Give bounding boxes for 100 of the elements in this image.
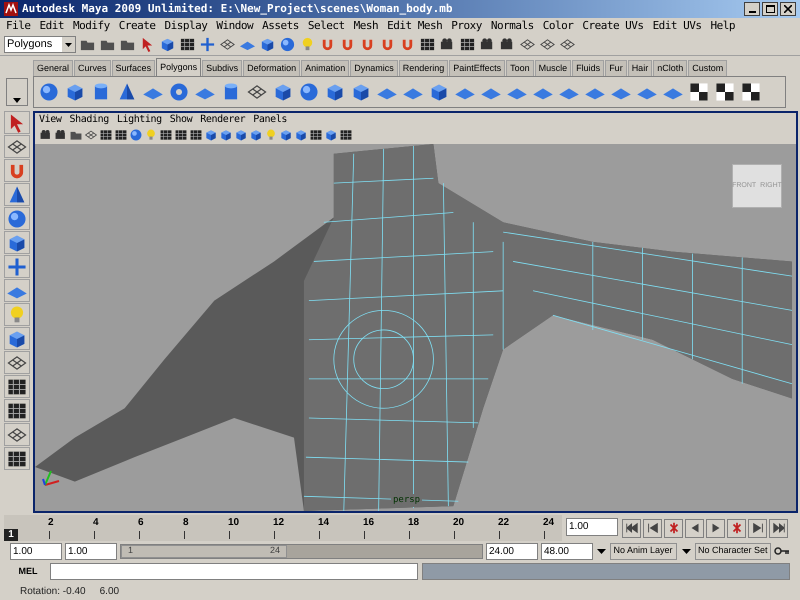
dropdown-arrow-icon[interactable] [682,548,691,554]
current-frame-marker[interactable]: 1 [4,529,18,541]
cube-icon[interactable] [324,128,338,142]
sphere-icon[interactable] [38,81,60,103]
cube-icon[interactable] [294,128,308,142]
camera-icon[interactable] [39,128,53,142]
menu-item[interactable]: View [39,112,62,127]
close-button[interactable] [780,2,796,16]
sphere-icon[interactable] [279,36,296,53]
range-slider-bar[interactable]: 1 24 [121,544,287,558]
shelf-tab[interactable]: Fluids [572,60,604,76]
minimize-button[interactable] [744,2,760,16]
checker-icon[interactable] [714,81,736,103]
shelf-tab[interactable]: Custom [688,60,728,76]
playback-button[interactable] [748,518,767,538]
cube-icon[interactable] [204,128,218,142]
mode-dropdown[interactable]: Polygons [4,36,76,53]
menu-item[interactable]: Modify [73,18,110,34]
menu-item[interactable]: Window [216,18,254,34]
menu-item[interactable]: Shading [69,112,109,127]
menu-item[interactable]: Create [118,18,156,34]
menu-item[interactable]: Renderer [200,112,246,127]
menu-item[interactable]: Edit [40,18,64,34]
character-set-dropdown[interactable]: No Character Set [694,542,771,560]
menu-item[interactable]: Create UVs [582,18,644,34]
shelf-tab[interactable]: Polygons [156,58,202,76]
cube-icon[interactable] [279,128,293,142]
menu-item[interactable]: Mesh [354,18,378,34]
grid-icon[interactable] [179,36,196,53]
shelf-tab[interactable]: Muscle [534,60,572,76]
checker-icon[interactable] [740,81,762,103]
grid-icon[interactable] [309,128,323,142]
cube-icon[interactable] [159,36,176,53]
shelf-tab[interactable]: Animation [301,60,350,76]
command-language-label[interactable]: MEL [10,564,46,578]
grid-icon[interactable] [159,128,173,142]
shelf-tab[interactable]: Dynamics [350,60,398,76]
sphere-icon[interactable] [298,81,320,103]
menu-item[interactable]: Show [170,112,192,127]
checker-icon[interactable] [688,81,710,103]
camera-icon[interactable] [54,128,68,142]
move-icon[interactable] [199,36,216,53]
grid-icon[interactable] [114,128,128,142]
shelf-tab[interactable]: Deformation [243,60,300,76]
range-end-field[interactable]: 24.00 [486,542,538,560]
menu-item[interactable]: Panels [253,112,287,127]
playback-button[interactable] [769,518,788,538]
shelf-tab[interactable]: Toon [506,60,534,76]
menu-item[interactable]: Edit UVs [652,18,702,34]
menu-item[interactable]: File [6,18,30,34]
shelf-tab[interactable]: Fur [605,60,627,76]
menu-item[interactable]: Help [710,18,736,34]
command-input-field[interactable] [50,563,418,580]
range-start-field[interactable]: 1.00 [65,542,117,560]
grid-icon[interactable] [189,128,203,142]
end-time-field[interactable]: 48.00 [540,542,593,560]
shelf-tab[interactable]: General [33,60,74,76]
shelf-tab[interactable]: Hair [628,60,652,76]
time-slider[interactable]: 1 2 4 6 8 10 12 14 16 18 20 22 24 [4,515,562,541]
torus-icon[interactable] [168,81,190,103]
shelf-tab[interactable]: Surfaces [112,60,156,76]
playback-button[interactable] [685,518,704,538]
menu-item[interactable]: Select [308,18,345,34]
dropdown-arrow-icon[interactable] [597,548,606,554]
grid-icon[interactable] [459,36,476,53]
menu-item[interactable]: Display [164,18,208,34]
maximize-button[interactable] [762,2,778,16]
menu-item[interactable]: Color [542,18,574,34]
shelf-tab[interactable]: nCloth [653,60,688,76]
menu-item[interactable]: Assets [262,18,299,34]
menu-item[interactable]: Edit Mesh [387,18,442,34]
playback-button[interactable] [727,518,746,538]
cube-icon[interactable] [259,36,276,53]
shelf-tab[interactable]: Curves [74,60,111,76]
grid-icon[interactable] [419,36,436,53]
range-slider-track[interactable]: 1 24 [120,544,483,558]
playback-button[interactable] [664,518,683,538]
menu-item[interactable]: Proxy [451,18,482,34]
shelf-menu-button[interactable] [6,78,28,106]
shelf-tab[interactable]: PaintEffects [449,60,506,76]
grid-icon[interactable] [174,128,188,142]
sphere-icon[interactable] [6,208,28,230]
key-icon[interactable] [774,547,790,555]
playback-button[interactable] [706,518,725,538]
menu-item[interactable]: Lighting [116,112,162,127]
menu-item[interactable]: Normals [490,18,534,34]
move-icon[interactable] [6,256,28,278]
start-time-field[interactable]: 1.00 [10,542,62,560]
cube-icon[interactable] [249,128,263,142]
shelf-tab[interactable]: Subdivs [202,60,242,76]
playback-button[interactable] [643,518,662,538]
cube-icon[interactable] [234,128,248,142]
grid-icon[interactable] [339,128,353,142]
playback-button[interactable] [622,518,641,538]
cube-icon[interactable] [219,128,233,142]
grid-icon[interactable] [99,128,113,142]
current-time-field[interactable]: 1.00 [566,518,618,536]
anim-layer-dropdown[interactable]: No Anim Layer [610,542,678,560]
lattice-icon[interactable] [84,128,98,142]
shelf-tab[interactable]: Rendering [398,60,448,76]
